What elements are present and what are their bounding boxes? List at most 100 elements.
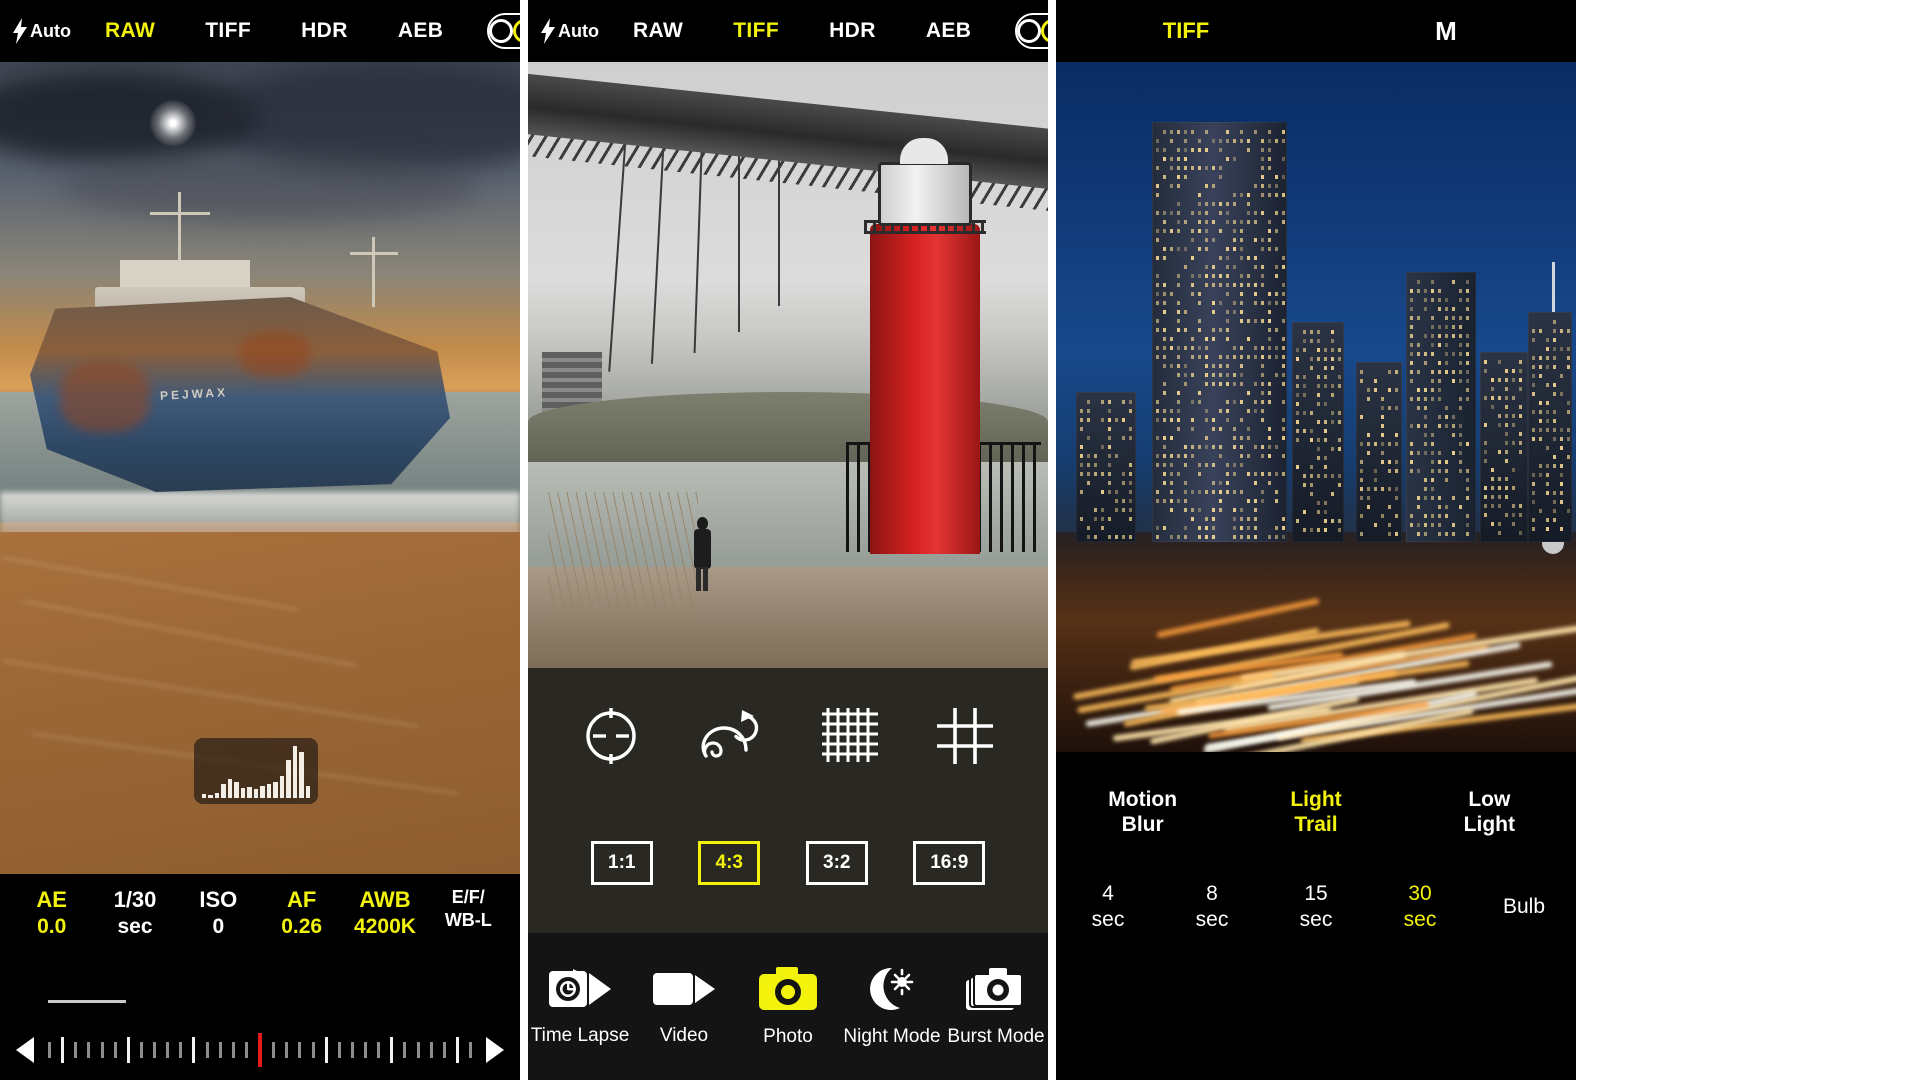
focus-reticle-icon[interactable] xyxy=(579,704,643,768)
window-light xyxy=(1338,357,1341,361)
window-light xyxy=(1388,442,1391,446)
window-light xyxy=(1080,445,1083,449)
window-light xyxy=(1459,451,1462,455)
long-exposure-mode-row: Motion Blur Light Trail Low Light xyxy=(1056,752,1576,852)
duration-30sec[interactable]: 30 sec xyxy=(1368,881,1472,934)
format-hdr-button[interactable]: HDR xyxy=(301,19,348,43)
window-light xyxy=(1115,508,1118,512)
window-light xyxy=(1087,400,1090,404)
window-light xyxy=(1170,157,1173,161)
photo-preview-lighthouse[interactable] xyxy=(528,62,1048,668)
format-raw-button-2[interactable]: RAW xyxy=(633,19,683,43)
setting-af[interactable]: AF 0.26 xyxy=(260,886,343,954)
dual-lens-toggle-icon-2[interactable] xyxy=(1015,13,1048,49)
window-light xyxy=(1459,316,1462,320)
setting-shutter[interactable]: 1/30 sec xyxy=(93,886,176,954)
window-light xyxy=(1240,463,1243,467)
window-light xyxy=(1191,346,1194,350)
window-light xyxy=(1198,490,1201,494)
window-light xyxy=(1498,396,1501,400)
flash-auto-button[interactable]: Auto xyxy=(12,18,71,44)
window-light xyxy=(1184,166,1187,170)
mode-night[interactable]: Night Mode xyxy=(840,966,944,1048)
window-light xyxy=(1212,283,1215,287)
dial-ticks[interactable] xyxy=(34,1033,486,1067)
window-light xyxy=(1296,402,1299,406)
format-hdr-button-2[interactable]: HDR xyxy=(829,19,876,43)
window-light xyxy=(1240,346,1243,350)
window-light xyxy=(1177,166,1180,170)
window-light xyxy=(1233,220,1236,224)
duration-15sec[interactable]: 15 sec xyxy=(1264,881,1368,934)
rule-of-thirds-grid-icon[interactable] xyxy=(933,704,997,768)
format-tiff-button-3[interactable]: TIFF xyxy=(1056,18,1316,44)
exposure-dial[interactable] xyxy=(0,1020,520,1080)
mode-motion-blur[interactable]: Motion Blur xyxy=(1056,787,1229,837)
photo-preview-shipwreck[interactable]: PEJWAX xyxy=(0,62,520,874)
window-light xyxy=(1191,166,1194,170)
photo-preview-city-night[interactable] xyxy=(1056,62,1576,752)
mode-photo[interactable]: Photo xyxy=(736,966,840,1048)
lens-option-wide-2[interactable] xyxy=(1017,19,1041,43)
window-light xyxy=(1156,409,1159,413)
window-light xyxy=(1170,454,1173,458)
window-light xyxy=(1219,148,1222,152)
format-tiff-button-2[interactable]: TIFF xyxy=(733,19,779,43)
format-aeb-button[interactable]: AEB xyxy=(398,19,444,43)
window-light xyxy=(1184,526,1187,530)
window-light xyxy=(1184,346,1187,350)
format-aeb-button-2[interactable]: AEB xyxy=(926,19,972,43)
window-light xyxy=(1184,220,1187,224)
dial-tick xyxy=(206,1042,209,1058)
mode-burst[interactable]: Burst Mode xyxy=(944,966,1048,1048)
format-tiff-button[interactable]: TIFF xyxy=(205,19,251,43)
window-light xyxy=(1268,220,1271,224)
window-light xyxy=(1170,499,1173,503)
fine-grid-icon[interactable] xyxy=(818,704,882,768)
arrow-right-icon[interactable] xyxy=(486,1037,504,1063)
dual-lens-toggle-icon[interactable] xyxy=(487,13,520,49)
setting-iso[interactable]: ISO 0 xyxy=(177,886,260,954)
window-light xyxy=(1205,418,1208,422)
window-light xyxy=(1324,429,1327,433)
mode-low-light[interactable]: Low Light xyxy=(1403,787,1576,837)
duration-4sec[interactable]: 4 sec xyxy=(1056,881,1160,934)
mode-time-lapse-label: Time Lapse xyxy=(528,1025,632,1047)
mode-video[interactable]: Video xyxy=(632,967,736,1047)
window-light xyxy=(1247,355,1250,359)
window-light xyxy=(1484,360,1487,364)
duration-8sec[interactable]: 8 sec xyxy=(1160,881,1264,934)
spiral-rotate-icon[interactable] xyxy=(694,704,768,768)
setting-lock[interactable]: E/F/ WB-L xyxy=(427,886,510,954)
setting-awb[interactable]: AWB 4200K xyxy=(343,886,426,954)
window-light xyxy=(1247,391,1250,395)
lens-option-wide[interactable] xyxy=(489,19,513,43)
window-light xyxy=(1226,400,1229,404)
window-light xyxy=(1282,364,1285,368)
aspect-ratio-4-3[interactable]: 4:3 xyxy=(698,841,760,885)
duration-bulb[interactable]: Bulb xyxy=(1472,894,1576,920)
aspect-ratio-3-2[interactable]: 3:2 xyxy=(806,841,868,885)
mode-light-trail[interactable]: Light Trail xyxy=(1229,787,1402,837)
window-light xyxy=(1198,301,1201,305)
window-light xyxy=(1198,229,1201,233)
window-light xyxy=(1163,220,1166,224)
manual-mode-button[interactable]: M xyxy=(1316,16,1576,47)
setting-ae[interactable]: AE 0.0 xyxy=(10,886,93,954)
window-light xyxy=(1445,424,1448,428)
window-light xyxy=(1282,319,1285,323)
arrow-left-icon[interactable] xyxy=(16,1037,34,1063)
window-light xyxy=(1410,397,1413,401)
aspect-ratio-16-9[interactable]: 16:9 xyxy=(913,841,985,885)
lens-option-tele-2[interactable] xyxy=(1041,19,1048,43)
lens-option-tele[interactable] xyxy=(513,19,520,43)
window-light xyxy=(1282,436,1285,440)
window-light xyxy=(1381,397,1384,401)
window-light xyxy=(1205,265,1208,269)
dial-tick xyxy=(153,1042,156,1058)
time-lapse-icon xyxy=(547,967,613,1011)
flash-auto-button-2[interactable]: Auto xyxy=(540,18,599,44)
mode-time-lapse[interactable]: Time Lapse xyxy=(528,967,632,1047)
aspect-ratio-1-1[interactable]: 1:1 xyxy=(591,841,653,885)
format-raw-button[interactable]: RAW xyxy=(105,19,155,43)
